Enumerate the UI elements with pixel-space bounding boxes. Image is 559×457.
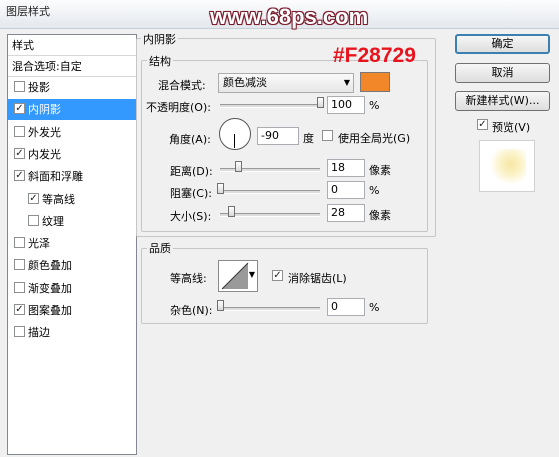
new-style-button[interactable]: 新建样式(W)...: [455, 91, 550, 111]
opacity-input[interactable]: 100: [327, 96, 365, 114]
blend-options-item[interactable]: 混合选项:自定: [8, 56, 136, 77]
noise-input[interactable]: 0: [327, 298, 365, 316]
style-item-checkbox[interactable]: ✓: [14, 103, 25, 115]
noise-slider-thumb[interactable]: [217, 300, 224, 311]
style-item-label: 投影: [28, 81, 50, 94]
style-item-checkbox[interactable]: ✓: [14, 147, 25, 159]
preview-checkbox[interactable]: ✓: [477, 119, 488, 130]
style-item-checkbox[interactable]: ✓: [28, 192, 39, 204]
style-item-checkbox[interactable]: [14, 125, 25, 137]
style-item-checkbox[interactable]: [14, 259, 25, 271]
contour-curve-icon: [221, 262, 249, 290]
style-item-checkbox[interactable]: [14, 81, 25, 92]
size-unit: 像素: [369, 209, 391, 222]
style-item[interactable]: 投影: [8, 77, 136, 98]
size-label: 大小(S):: [170, 210, 212, 223]
style-item[interactable]: 颜色叠加: [8, 255, 136, 276]
cancel-button[interactable]: 取消: [455, 63, 550, 83]
preview-swatch-image: [488, 149, 526, 183]
style-item[interactable]: 外发光: [8, 122, 136, 143]
style-item-label: 光泽: [28, 237, 50, 251]
style-item-label: 纹理: [42, 214, 64, 228]
preview-thumbnail: [479, 140, 535, 192]
opacity-unit: %: [369, 99, 380, 112]
style-item[interactable]: 纹理: [8, 211, 136, 232]
color-hex-annotation: #F28729: [333, 44, 416, 67]
angle-dial[interactable]: [219, 118, 251, 150]
style-item-checkbox[interactable]: ✓: [14, 170, 25, 182]
ok-button[interactable]: 确定: [455, 34, 550, 54]
quality-title: 品质: [147, 240, 173, 256]
style-item-label: 描边: [28, 326, 50, 340]
antialias-checkbox[interactable]: ✓: [272, 270, 283, 281]
style-item[interactable]: ✓ 等高线: [8, 189, 136, 210]
choke-slider-track[interactable]: [220, 190, 320, 194]
choke-input[interactable]: 0: [327, 181, 365, 199]
window-title: 图层样式: [6, 5, 50, 18]
blend-mode-value: 颜色减淡: [223, 76, 267, 89]
style-item-label: 等高线: [42, 192, 75, 206]
antialias-label: 消除锯齿(L): [288, 272, 347, 285]
preview-label: 预览(V): [492, 121, 531, 134]
global-light-checkbox[interactable]: [322, 130, 333, 141]
style-item-label: 内阴影: [28, 103, 61, 117]
size-input[interactable]: 28: [327, 204, 365, 222]
style-item-label: 图案叠加: [28, 304, 72, 317]
size-slider-thumb[interactable]: [228, 206, 235, 217]
style-item-checkbox[interactable]: [28, 214, 39, 226]
structure-title: 结构: [147, 53, 173, 69]
styles-header-label: 样式: [12, 39, 34, 52]
style-item[interactable]: 渐变叠加: [8, 278, 136, 299]
style-item-checkbox[interactable]: ✓: [14, 304, 25, 315]
global-light-label: 使用全局光(G): [338, 132, 411, 145]
styles-header[interactable]: 样式: [8, 35, 136, 56]
distance-slider-thumb[interactable]: [235, 161, 242, 172]
angle-input[interactable]: -90: [257, 127, 299, 145]
dropdown-arrow-icon: ▼: [343, 78, 350, 87]
blend-mode-select[interactable]: 颜色减淡 ▼: [218, 73, 354, 93]
style-item-label: 渐变叠加: [28, 281, 72, 295]
opacity-label: 不透明度(O):: [146, 101, 211, 114]
blend-mode-label: 混合模式:: [158, 79, 206, 92]
angle-unit: 度: [303, 132, 314, 145]
style-item-label: 内发光: [28, 147, 61, 161]
opacity-slider-track[interactable]: [220, 104, 320, 108]
style-item-checkbox[interactable]: [14, 326, 25, 338]
contour-dropdown-arrow-icon: ▼: [248, 270, 255, 279]
style-item[interactable]: 描边: [8, 322, 136, 343]
style-item-label: 外发光: [28, 125, 61, 139]
watermark: www.68ps.com: [210, 4, 369, 29]
opacity-slider-thumb[interactable]: [317, 97, 324, 108]
noise-label: 杂色(N):: [170, 304, 213, 317]
distance-unit: 像素: [369, 164, 391, 177]
style-item-checkbox[interactable]: [14, 237, 25, 249]
blend-options-label: 混合选项:自定: [12, 60, 82, 73]
style-item[interactable]: 光泽: [8, 233, 136, 254]
style-item[interactable]: ✓ 内发光: [8, 144, 136, 165]
style-item[interactable]: ✓ 斜面和浮雕: [8, 166, 136, 187]
style-item-label: 颜色叠加: [28, 259, 72, 273]
style-item[interactable]: ✓ 内阴影: [8, 99, 136, 121]
noise-unit: %: [369, 301, 380, 314]
noise-slider-track[interactable]: [220, 307, 320, 311]
angle-label: 角度(A):: [169, 133, 211, 146]
contour-picker[interactable]: ▼: [218, 260, 258, 292]
distance-input[interactable]: 18: [327, 159, 365, 177]
angle-dial-needle: [234, 134, 235, 148]
styles-list: 样式 混合选项:自定 投影 ✓ 内阴影 外发光 ✓ 内发光 ✓ 斜面和浮雕 ✓ 等高线 纹理 光泽 颜色…: [7, 34, 137, 455]
contour-label: 等高线:: [170, 272, 207, 285]
style-item-checkbox[interactable]: [14, 281, 25, 293]
shadow-color-swatch[interactable]: [360, 72, 390, 92]
inner-shadow-title: 内阴影: [141, 31, 178, 47]
style-item[interactable]: ✓ 图案叠加: [8, 300, 136, 321]
style-item-label: 斜面和浮雕: [28, 170, 83, 184]
size-slider-track[interactable]: [220, 213, 320, 217]
distance-label: 距离(D):: [170, 165, 213, 178]
choke-label: 阻塞(C):: [170, 187, 212, 200]
choke-unit: %: [369, 184, 380, 197]
choke-slider-thumb[interactable]: [217, 183, 224, 194]
